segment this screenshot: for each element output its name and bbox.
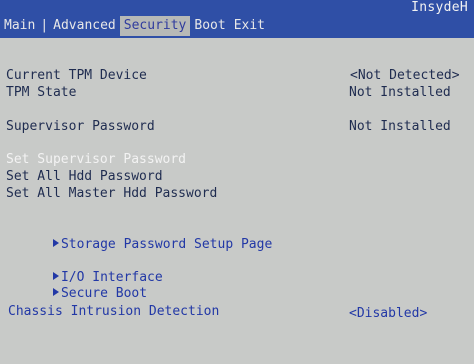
supervisor-password-value: Not Installed <box>349 119 451 134</box>
tpm-state-label: TPM State <box>6 85 77 100</box>
tab-separator: | <box>40 18 49 33</box>
set-all-master-hdd-password-item[interactable]: Set All Master Hdd Password <box>6 186 217 202</box>
tpm-device-label: Current TPM Device <box>6 68 147 83</box>
header-bar: InsydeH Main | Advanced Security Boot Ex… <box>0 0 474 38</box>
security-panel: Current TPM Device <Not Detected> TPM St… <box>0 38 474 364</box>
storage-password-setup-item[interactable]: Storage Password Setup Page <box>6 221 272 252</box>
right-triangle-icon <box>52 239 59 247</box>
bios-screen: InsydeH Main | Advanced Security Boot Ex… <box>0 0 474 364</box>
supervisor-password-label: Supervisor Password <box>6 119 155 134</box>
tab-bar: Main | Advanced Security Boot Exit <box>0 16 269 36</box>
chassis-intrusion-value[interactable]: <Disabled> <box>349 306 427 322</box>
set-all-hdd-password-item[interactable]: Set All Hdd Password <box>6 169 163 185</box>
chassis-intrusion-label[interactable]: Chassis Intrusion Detection <box>8 304 219 320</box>
tab-security[interactable]: Security <box>119 16 191 36</box>
storage-password-setup-label: Storage Password Setup Page <box>60 237 273 252</box>
tab-advanced[interactable]: Advanced <box>49 16 120 36</box>
set-supervisor-password-item[interactable]: Set Supervisor Password <box>6 152 186 168</box>
tpm-device-value: <Not Detected> <box>350 68 460 83</box>
tpm-state-value: Not Installed <box>349 85 451 100</box>
right-triangle-icon <box>52 288 59 296</box>
secure-boot-item[interactable]: Secure Boot <box>6 270 147 301</box>
vendor-label: InsydeH <box>411 0 468 15</box>
tab-exit[interactable]: Exit <box>230 16 269 36</box>
secure-boot-label: Secure Boot <box>60 286 148 301</box>
tab-main[interactable]: Main <box>0 16 39 36</box>
tab-boot[interactable]: Boot <box>190 16 229 36</box>
io-interface-item[interactable]: I/O Interface <box>6 254 163 285</box>
